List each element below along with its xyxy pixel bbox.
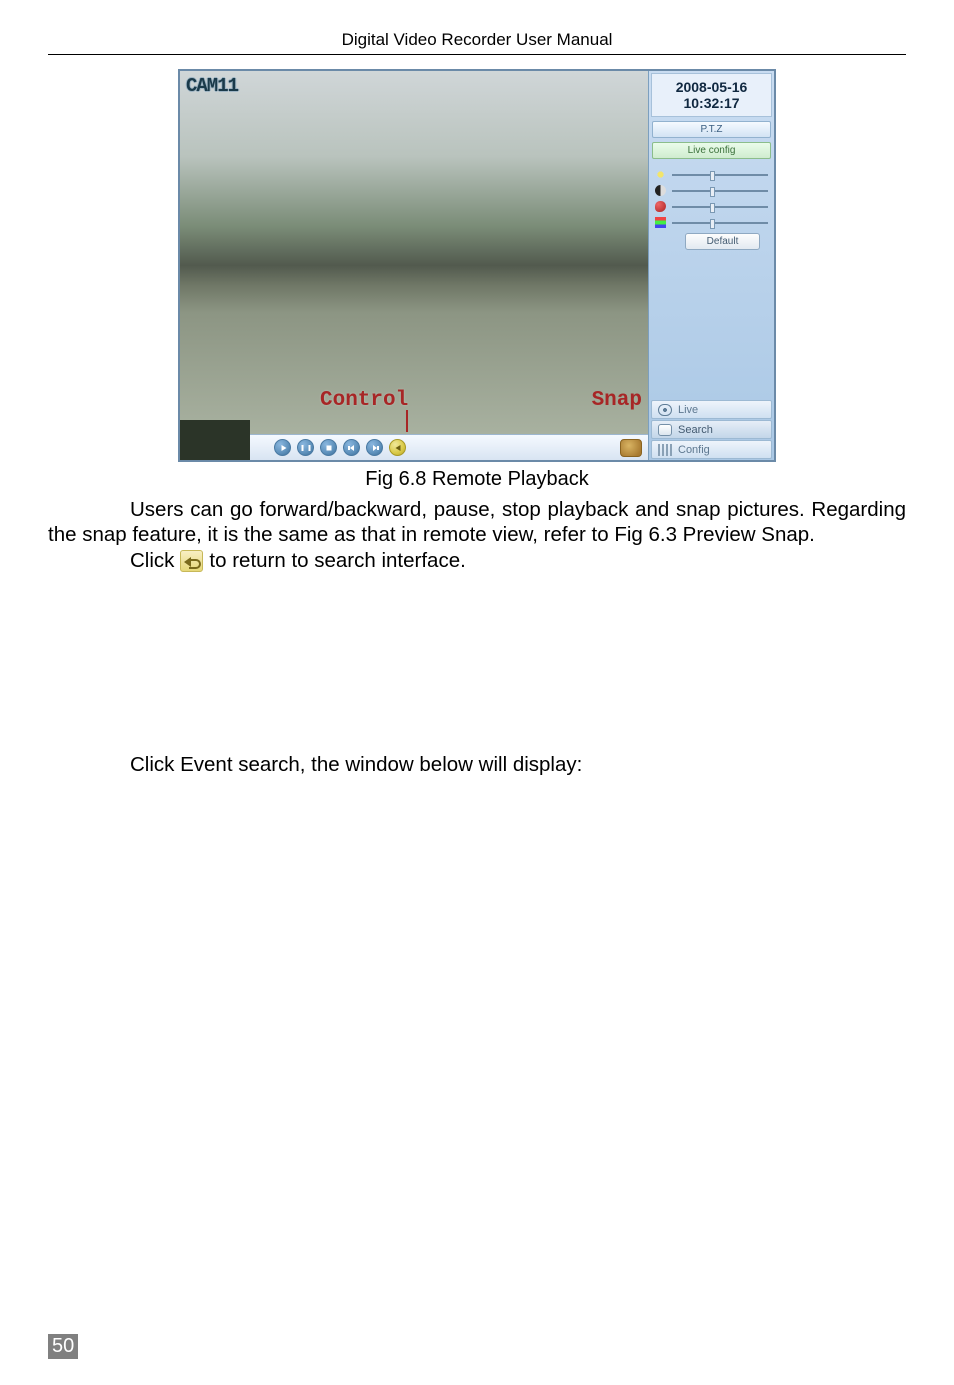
saturation-slider-row xyxy=(655,201,768,212)
page-header-title: Digital Video Recorder User Manual xyxy=(48,30,906,54)
click-instruction-line: Click to return to search interface. xyxy=(48,549,906,573)
return-button[interactable] xyxy=(389,439,406,456)
time-text: 10:32:17 xyxy=(652,95,771,111)
stop-button[interactable] xyxy=(320,439,337,456)
hue-slider[interactable] xyxy=(672,222,768,224)
mode-live-button[interactable]: Live xyxy=(651,400,772,419)
saturation-icon xyxy=(655,201,666,212)
brightness-slider-row xyxy=(655,169,768,180)
app-screenshot: CAM11 Control Snap 2008-05- xyxy=(178,69,776,462)
paragraph-1: Users can go forward/backward, pause, st… xyxy=(48,497,906,547)
video-viewport: CAM11 Control Snap xyxy=(180,71,648,460)
snap-annotation: Snap xyxy=(592,389,642,412)
default-button-label: Default xyxy=(707,236,739,247)
contrast-slider-row xyxy=(655,185,768,196)
brightness-slider[interactable] xyxy=(672,174,768,176)
return-icon xyxy=(180,550,203,572)
live-config-tab-label: Live config xyxy=(688,145,736,156)
mode-search-button[interactable]: Search xyxy=(651,420,772,439)
search-icon xyxy=(658,424,672,436)
mode-config-button[interactable]: Config xyxy=(651,440,772,459)
ptz-tab-label: P.T.Z xyxy=(700,124,722,135)
figure-caption: Fig 6.8 Remote Playback xyxy=(48,468,906,491)
camera-name-overlay: CAM11 xyxy=(186,75,238,97)
click-post-text: to return to search interface. xyxy=(209,549,465,573)
date-text: 2008-05-16 xyxy=(652,79,771,95)
control-annotation-arrow xyxy=(406,410,408,432)
saturation-slider[interactable] xyxy=(672,206,768,208)
hue-slider-row xyxy=(655,217,768,228)
screenshot-figure: CAM11 Control Snap 2008-05- xyxy=(48,69,906,462)
fast-forward-button[interactable] xyxy=(366,439,383,456)
contrast-icon xyxy=(655,185,666,196)
mode-live-label: Live xyxy=(678,404,698,416)
control-annotation: Control xyxy=(320,389,408,412)
contrast-slider[interactable] xyxy=(672,190,768,192)
side-panel: 2008-05-16 10:32:17 P.T.Z Live config xyxy=(648,71,774,460)
eye-icon xyxy=(658,404,672,416)
image-sliders: Default xyxy=(649,161,774,254)
playback-control-bar xyxy=(250,434,648,460)
rewind-button[interactable] xyxy=(343,439,360,456)
click-pre-text: Click xyxy=(130,549,174,573)
ptz-tab[interactable]: P.T.Z xyxy=(652,121,771,138)
paragraph-2: Click Event search, the window below wil… xyxy=(48,753,906,777)
mode-buttons-area: Live Search Config xyxy=(649,399,774,460)
config-icon xyxy=(658,444,672,456)
live-config-tab[interactable]: Live config xyxy=(652,142,771,159)
hue-icon xyxy=(655,217,666,228)
play-button[interactable] xyxy=(274,439,291,456)
viewport-corner xyxy=(180,420,250,460)
datetime-display: 2008-05-16 10:32:17 xyxy=(651,73,772,117)
mode-search-label: Search xyxy=(678,424,713,436)
brightness-icon xyxy=(655,169,666,180)
default-button[interactable]: Default xyxy=(685,233,760,250)
header-divider xyxy=(48,54,906,55)
page-number: 50 xyxy=(48,1334,78,1359)
snap-button[interactable] xyxy=(620,439,642,457)
mode-config-label: Config xyxy=(678,444,710,456)
pause-button[interactable] xyxy=(297,439,314,456)
